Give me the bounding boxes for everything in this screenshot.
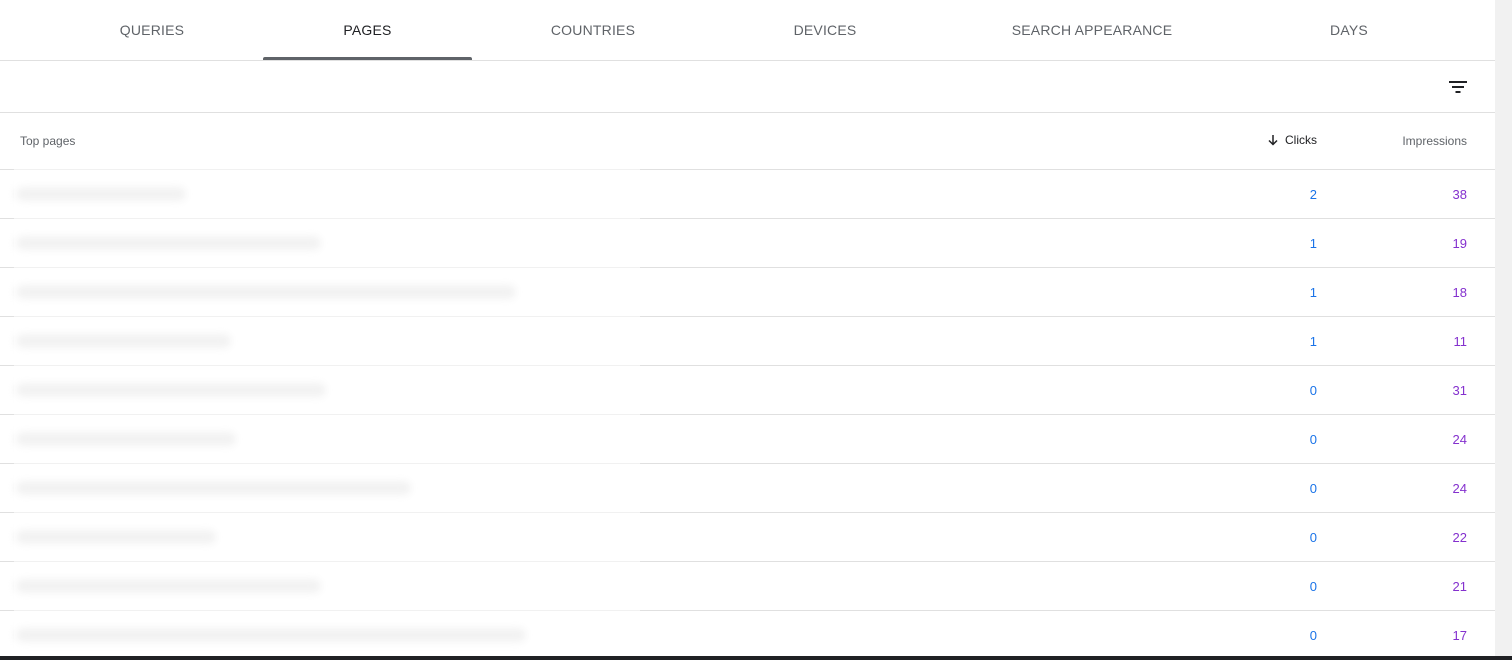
impressions-value: 11	[1453, 334, 1468, 349]
impressions-value: 24	[1452, 481, 1467, 496]
table-row[interactable]: 0 24	[0, 415, 1495, 464]
clicks-value: 1	[1309, 334, 1317, 349]
tab-devices[interactable]: DEVICES	[722, 0, 928, 60]
clicks-value: 1	[1309, 285, 1317, 300]
impressions-value: 38	[1452, 187, 1467, 202]
clicks-value: 0	[1309, 530, 1317, 545]
clicks-value: 0	[1309, 579, 1317, 594]
dimension-tabs: QUERIES PAGES COUNTRIES DEVICES SEARCH A…	[0, 0, 1495, 61]
table-body: 2 38 1 19 1 18 1 11 0 31 0 24 0 24 0 22 …	[0, 170, 1495, 656]
table-row[interactable]: 1 11	[0, 317, 1495, 366]
table-toolbar	[0, 61, 1495, 113]
page-url-redacted	[16, 570, 321, 602]
page-url-redacted	[16, 472, 411, 504]
vertical-scrollbar[interactable]	[1495, 0, 1512, 656]
table-row[interactable]: 1 18	[0, 268, 1495, 317]
clicks-value: 0	[1309, 628, 1317, 643]
impressions-value: 19	[1452, 236, 1467, 251]
impressions-column-header[interactable]: Impressions	[1402, 134, 1467, 148]
page-url-redacted	[16, 619, 526, 651]
table-row[interactable]: 1 19	[0, 219, 1495, 268]
table-row[interactable]: 0 21	[0, 562, 1495, 611]
table-header: Top pages Clicks Impressions	[0, 113, 1495, 170]
tab-days[interactable]: DAYS	[1247, 0, 1451, 60]
impressions-value: 18	[1452, 285, 1467, 300]
table-row[interactable]: 2 38	[0, 170, 1495, 219]
tab-queries[interactable]: QUERIES	[50, 0, 254, 60]
active-tab-indicator	[263, 57, 472, 60]
clicks-column-header[interactable]: Clicks	[1267, 133, 1317, 147]
table-row[interactable]: 0 31	[0, 366, 1495, 415]
filter-list-icon	[1449, 81, 1467, 93]
clicks-value: 0	[1309, 481, 1317, 496]
page-url-redacted	[16, 374, 326, 406]
clicks-value: 2	[1309, 187, 1317, 202]
table-row[interactable]: 0 22	[0, 513, 1495, 562]
page-url-redacted	[16, 178, 186, 210]
clicks-header-label: Clicks	[1285, 133, 1317, 147]
clicks-value: 1	[1309, 236, 1317, 251]
page-url-redacted	[16, 325, 231, 357]
top-pages-header: Top pages	[20, 134, 76, 148]
impressions-value: 22	[1452, 530, 1467, 545]
impressions-value: 31	[1452, 383, 1467, 398]
impressions-value: 17	[1452, 628, 1467, 643]
tab-search-appearance[interactable]: SEARCH APPEARANCE	[990, 0, 1194, 60]
page-url-redacted	[16, 227, 321, 259]
page-url-redacted	[16, 423, 236, 455]
tab-countries[interactable]: COUNTRIES	[490, 0, 696, 60]
page-url-redacted	[16, 521, 216, 553]
page-url-redacted	[16, 276, 516, 308]
impressions-value: 24	[1452, 432, 1467, 447]
filter-button[interactable]	[1440, 69, 1476, 105]
tab-pages[interactable]: PAGES	[263, 0, 472, 60]
performance-report-panel: QUERIES PAGES COUNTRIES DEVICES SEARCH A…	[0, 0, 1495, 656]
bottom-edge-bar	[0, 656, 1512, 660]
impressions-value: 21	[1452, 579, 1467, 594]
clicks-value: 0	[1309, 432, 1317, 447]
table-row[interactable]: 0 24	[0, 464, 1495, 513]
table-row[interactable]: 0 17	[0, 611, 1495, 656]
clicks-value: 0	[1309, 383, 1317, 398]
arrow-down-icon	[1268, 135, 1278, 146]
